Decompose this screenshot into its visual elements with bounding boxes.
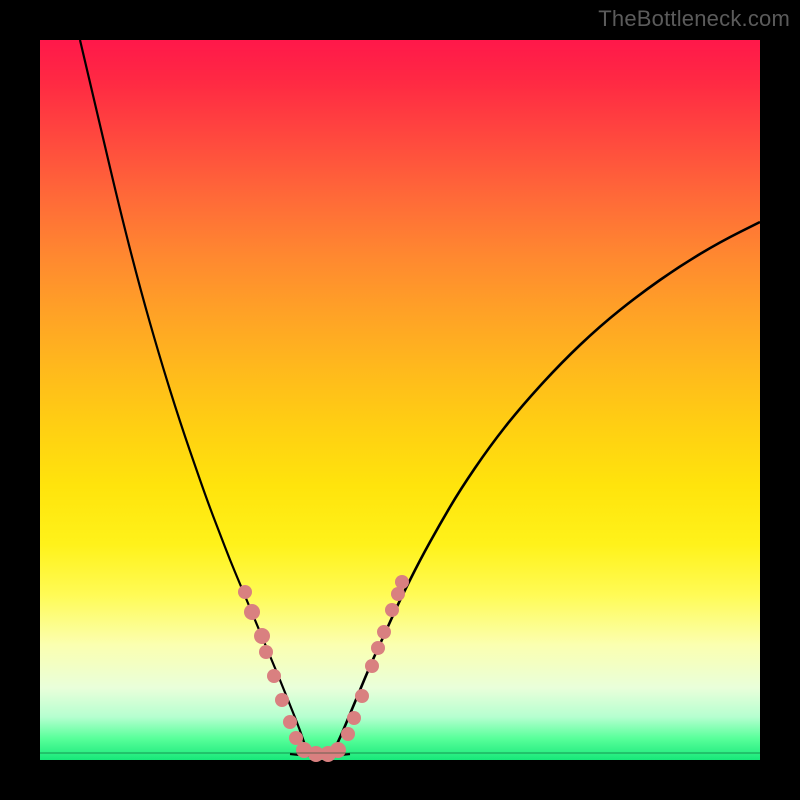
marker-point: [341, 727, 355, 741]
marker-point: [371, 641, 385, 655]
marker-point: [347, 711, 361, 725]
markers-group: [238, 575, 409, 762]
marker-point: [254, 628, 270, 644]
marker-point: [395, 575, 409, 589]
marker-point: [259, 645, 273, 659]
marker-point: [391, 587, 405, 601]
marker-point: [377, 625, 391, 639]
plot-area: [40, 40, 760, 760]
marker-point: [244, 604, 260, 620]
marker-point: [238, 585, 252, 599]
marker-point: [365, 659, 379, 673]
left-curve-path: [80, 40, 308, 754]
curve-layer: [40, 40, 760, 760]
chart-frame: TheBottleneck.com: [0, 0, 800, 800]
marker-point: [267, 669, 281, 683]
right-curve-path: [332, 222, 760, 754]
marker-point: [275, 693, 289, 707]
marker-point: [385, 603, 399, 617]
marker-point: [355, 689, 369, 703]
marker-point: [283, 715, 297, 729]
watermark-text: TheBottleneck.com: [598, 6, 790, 32]
marker-point: [330, 742, 346, 758]
